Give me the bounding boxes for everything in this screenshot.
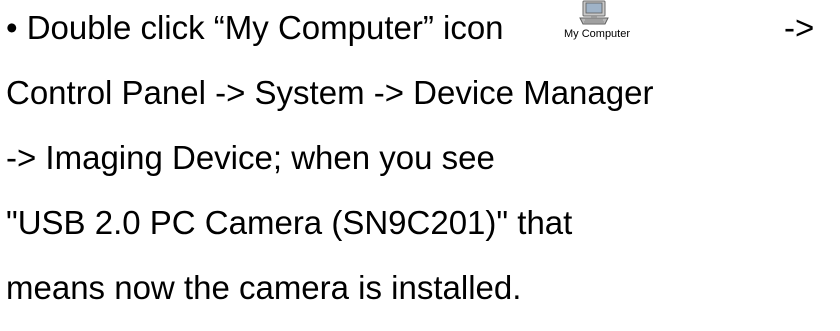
instruction-line-3: -> Imaging Device; when you see xyxy=(6,139,495,176)
my-computer-icon: My Computer xyxy=(564,0,631,46)
my-computer-icon-label: My Computer xyxy=(564,28,631,40)
instruction-line-1: • Double click “My Computer” icon xyxy=(6,9,504,46)
instruction-document: • Double click “My Computer” icon My Com… xyxy=(0,0,840,331)
computer-icon xyxy=(579,0,609,25)
instruction-line-5: means now the camera is installed. xyxy=(6,269,522,306)
instruction-line-4: "USB 2.0 PC Camera (SN9C201)" that xyxy=(6,204,573,241)
instruction-line-1-arrow: -> xyxy=(784,9,815,46)
instruction-line-2: Control Panel -> System -> Device Manage… xyxy=(6,74,654,111)
